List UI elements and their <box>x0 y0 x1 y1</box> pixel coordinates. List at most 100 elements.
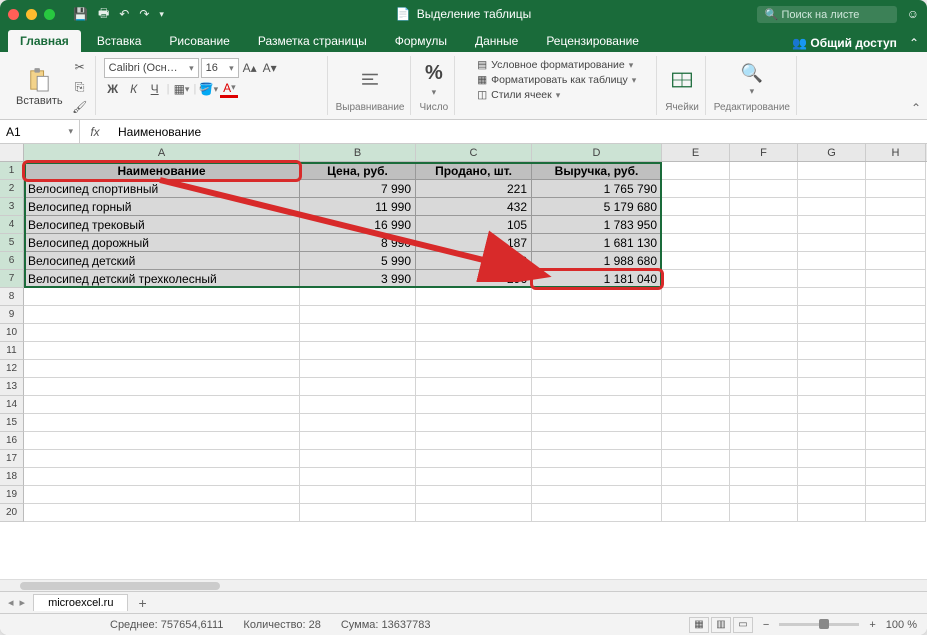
cell[interactable] <box>730 396 798 414</box>
cell[interactable] <box>662 342 730 360</box>
row-header[interactable]: 11 <box>0 342 24 360</box>
cell[interactable] <box>416 288 532 306</box>
formula-input[interactable]: Наименование <box>110 125 927 139</box>
row-header[interactable]: 17 <box>0 450 24 468</box>
cell[interactable] <box>416 378 532 396</box>
cell[interactable]: 1 765 790 <box>532 180 662 198</box>
cell[interactable] <box>730 216 798 234</box>
cell[interactable] <box>662 450 730 468</box>
cell[interactable] <box>798 468 866 486</box>
cell[interactable] <box>416 342 532 360</box>
cell[interactable]: Наименование <box>24 162 300 180</box>
cell[interactable]: Велосипед детский трехколесный <box>24 270 300 288</box>
cell[interactable] <box>532 288 662 306</box>
cell[interactable] <box>416 396 532 414</box>
cell[interactable] <box>730 288 798 306</box>
cell[interactable]: Велосипед дорожный <box>24 234 300 252</box>
cell[interactable] <box>730 234 798 252</box>
cell[interactable]: 1 988 680 <box>532 252 662 270</box>
cell[interactable] <box>662 288 730 306</box>
cell[interactable]: 5 179 680 <box>532 198 662 216</box>
cell[interactable] <box>662 162 730 180</box>
cell[interactable] <box>300 360 416 378</box>
cell[interactable]: 1 181 040 <box>532 270 662 288</box>
cell[interactable]: 296 <box>416 270 532 288</box>
border-icon[interactable]: ▦▾ <box>173 80 191 98</box>
cell[interactable] <box>24 288 300 306</box>
cell[interactable]: 105 <box>416 216 532 234</box>
cell[interactable] <box>300 432 416 450</box>
share-button[interactable]: 👥 Общий доступ <box>792 36 897 50</box>
cell[interactable] <box>798 216 866 234</box>
cell[interactable] <box>532 486 662 504</box>
cell-styles-button[interactable]: ◫Стили ячеек▾ <box>475 88 638 102</box>
cell[interactable] <box>730 450 798 468</box>
zoom-out-button[interactable]: − <box>763 619 769 631</box>
cell[interactable] <box>532 450 662 468</box>
cell[interactable] <box>798 252 866 270</box>
cell[interactable]: Цена, руб. <box>300 162 416 180</box>
cell[interactable] <box>662 396 730 414</box>
view-layout-icon[interactable]: ▥ <box>711 617 731 633</box>
minimize-window-button[interactable] <box>26 9 37 20</box>
cell[interactable] <box>730 414 798 432</box>
row-header[interactable]: 7 <box>0 270 24 288</box>
cell[interactable] <box>866 432 926 450</box>
row-header[interactable]: 14 <box>0 396 24 414</box>
underline-button[interactable]: Ч <box>146 80 164 98</box>
ribbon-toggle-icon[interactable]: ⌃ <box>911 101 921 115</box>
cell[interactable] <box>866 468 926 486</box>
cell[interactable] <box>662 180 730 198</box>
row-header[interactable]: 20 <box>0 504 24 522</box>
cell[interactable] <box>24 468 300 486</box>
cell[interactable]: 5 990 <box>300 252 416 270</box>
row-header[interactable]: 8 <box>0 288 24 306</box>
cell[interactable] <box>730 162 798 180</box>
row-header[interactable]: 13 <box>0 378 24 396</box>
cell[interactable] <box>866 162 926 180</box>
cell[interactable] <box>866 180 926 198</box>
cell[interactable]: 221 <box>416 180 532 198</box>
cell[interactable] <box>662 234 730 252</box>
spreadsheet-grid[interactable]: ABCDEFGH 1НаименованиеЦена, руб.Продано,… <box>0 144 927 579</box>
cell[interactable] <box>416 306 532 324</box>
cell[interactable] <box>662 360 730 378</box>
cell[interactable] <box>730 360 798 378</box>
cell[interactable]: 187 <box>416 234 532 252</box>
row-header[interactable]: 3 <box>0 198 24 216</box>
cell[interactable] <box>866 198 926 216</box>
cell[interactable] <box>416 324 532 342</box>
cell[interactable] <box>532 432 662 450</box>
cell[interactable] <box>416 486 532 504</box>
zoom-slider[interactable] <box>779 623 859 626</box>
cell[interactable] <box>300 288 416 306</box>
cell[interactable] <box>730 306 798 324</box>
font-color-icon[interactable]: A▾ <box>220 80 238 98</box>
view-pagebreak-icon[interactable]: ▭ <box>733 617 753 633</box>
cell[interactable] <box>866 234 926 252</box>
cell[interactable]: Велосипед горный <box>24 198 300 216</box>
cell[interactable]: Продано, шт. <box>416 162 532 180</box>
cell[interactable]: 8 990 <box>300 234 416 252</box>
ribbon-collapse-icon[interactable]: ⌃ <box>909 36 919 50</box>
cell[interactable] <box>24 342 300 360</box>
cell[interactable] <box>662 468 730 486</box>
cell[interactable] <box>662 414 730 432</box>
save-icon[interactable]: 💾 <box>73 7 88 21</box>
alignment-button[interactable] <box>355 65 385 95</box>
horizontal-scrollbar[interactable] <box>0 579 927 591</box>
cell[interactable] <box>662 216 730 234</box>
cell[interactable]: Велосипед трековый <box>24 216 300 234</box>
row-header[interactable]: 2 <box>0 180 24 198</box>
copy-icon[interactable]: ⎘ <box>71 78 89 96</box>
cell[interactable] <box>532 468 662 486</box>
cell[interactable] <box>866 216 926 234</box>
cell[interactable] <box>866 504 926 522</box>
row-header[interactable]: 9 <box>0 306 24 324</box>
zoom-level[interactable]: 100 % <box>886 619 917 631</box>
cell[interactable] <box>662 324 730 342</box>
cell[interactable]: 1 681 130 <box>532 234 662 252</box>
cell[interactable] <box>866 306 926 324</box>
cell[interactable] <box>798 432 866 450</box>
sheet-nav[interactable]: ◂▸ <box>0 596 33 609</box>
